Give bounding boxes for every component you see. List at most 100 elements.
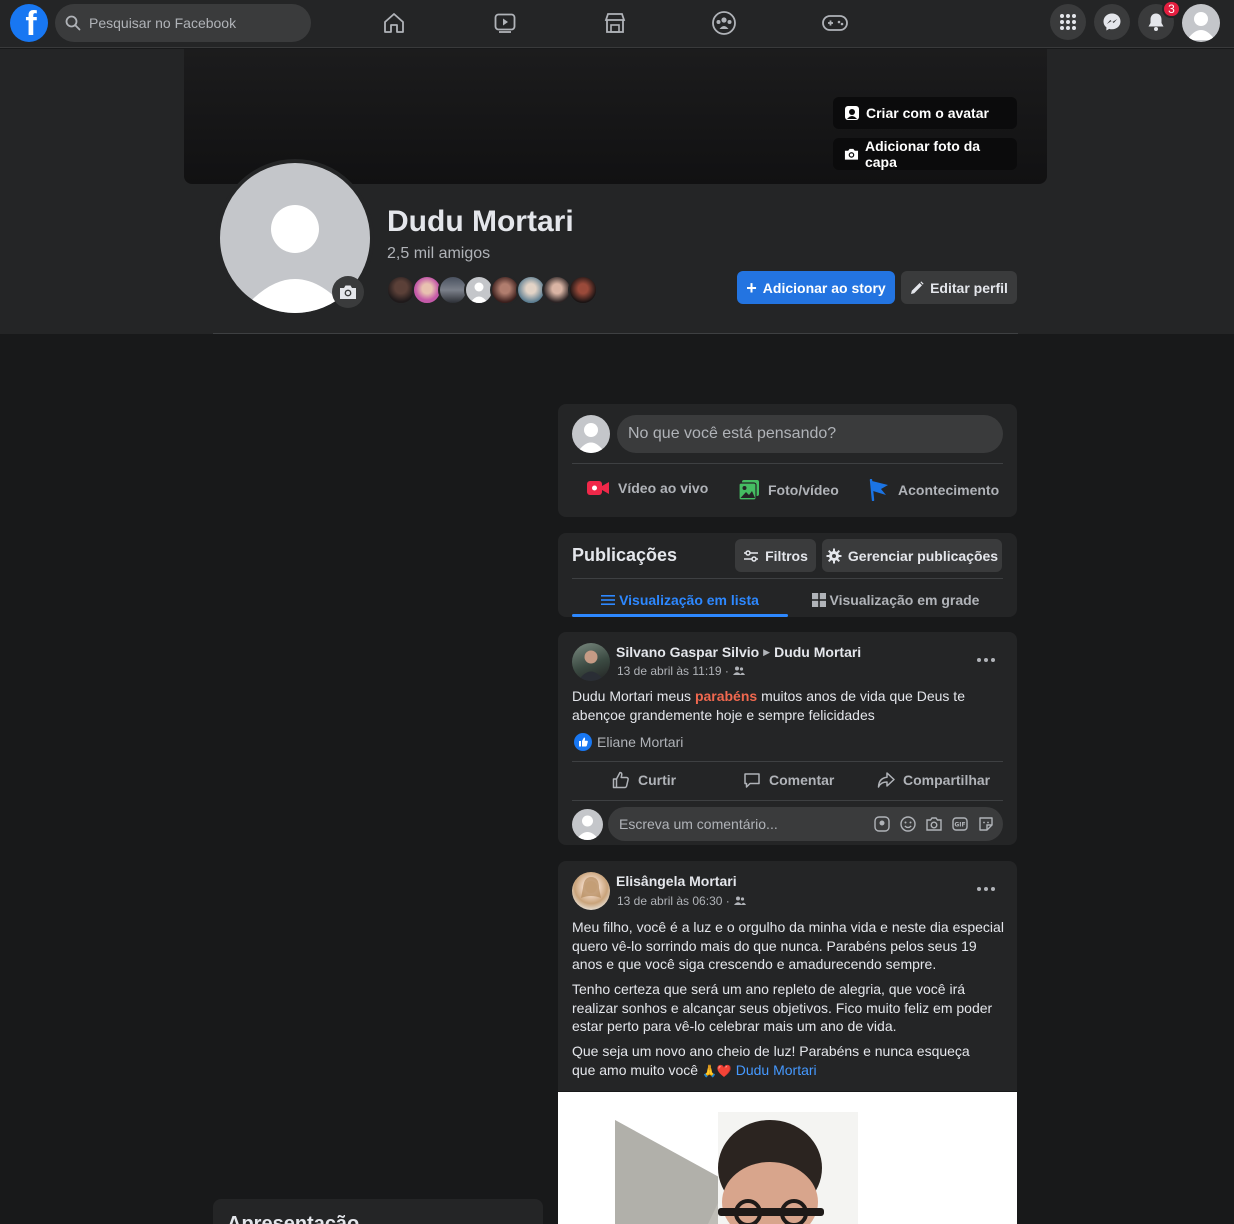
- create-with-avatar-button[interactable]: Criar com o avatar: [833, 97, 1017, 129]
- nav-marketplace[interactable]: [595, 6, 635, 40]
- post-author-line: Silvano Gaspar Silvio ▶ Dudu Mortari: [616, 644, 861, 660]
- avatar-icon: [845, 106, 859, 120]
- posts-header-divider: [572, 578, 1003, 579]
- search-icon: [65, 15, 81, 31]
- add-to-story-button[interactable]: + Adicionar ao story: [737, 271, 895, 304]
- add-cover-photo-button[interactable]: Adicionar foto da capa: [833, 138, 1017, 170]
- photo-video-button[interactable]: Foto/vídeo: [738, 479, 839, 501]
- post-author-avatar[interactable]: [572, 643, 610, 681]
- whats-on-your-mind-input[interactable]: No que você está pensando?: [617, 415, 1003, 453]
- grid-icon: [811, 593, 826, 607]
- facebook-logo[interactable]: f: [10, 4, 48, 42]
- messenger-button[interactable]: [1094, 4, 1130, 40]
- post-author-avatar[interactable]: [572, 872, 610, 910]
- messenger-icon: [1103, 13, 1121, 31]
- tab-grid-view[interactable]: Visualização em grade: [788, 583, 1003, 617]
- sliders-icon: [744, 549, 759, 562]
- watch-icon: [494, 13, 516, 33]
- post-paragraph: Meu filho, você é a luz e o orgulho da m…: [572, 919, 1004, 972]
- intro-card: Apresentação: [213, 1199, 543, 1224]
- comment-button[interactable]: Comentar: [743, 771, 834, 789]
- share-button[interactable]: Compartilhar: [877, 771, 990, 789]
- post-divider: [572, 800, 1003, 801]
- pencil-icon: [911, 280, 924, 294]
- post-options-button[interactable]: [973, 879, 999, 899]
- gif-icon[interactable]: GIF: [951, 815, 969, 833]
- post-options-button[interactable]: [973, 650, 999, 670]
- live-video-button[interactable]: Vídeo ao vivo: [586, 479, 708, 497]
- account-avatar[interactable]: [1182, 4, 1220, 42]
- friends-audience-icon: [733, 896, 746, 905]
- thumbs-up-icon: [612, 771, 629, 789]
- gear-icon: [826, 548, 842, 563]
- list-icon: [601, 595, 616, 605]
- menu-grid-icon: [1060, 14, 1076, 30]
- tab-list-view[interactable]: Visualização em lista: [572, 583, 788, 617]
- emoji-icon[interactable]: [899, 815, 917, 833]
- nav-gaming[interactable]: [815, 6, 855, 40]
- caret-right-icon: ▶: [763, 646, 771, 657]
- sticker-icon[interactable]: [977, 815, 995, 833]
- like-reaction-icon: [574, 733, 592, 751]
- post-photo[interactable]: [558, 1092, 1017, 1224]
- friends-audience-icon: [732, 666, 745, 675]
- avatar-sticker-icon[interactable]: [873, 815, 891, 833]
- tagged-profile-link[interactable]: Dudu Mortari: [736, 1062, 817, 1078]
- home-icon: [384, 13, 404, 33]
- comment-input[interactable]: Escreva um comentário... GIF: [608, 807, 1003, 841]
- post-author-name[interactable]: Elisângela Mortari: [616, 873, 737, 889]
- commenter-avatar[interactable]: [572, 809, 603, 840]
- top-navigation-bar: f 3: [0, 0, 1234, 48]
- camera-icon: [844, 148, 859, 160]
- like-button[interactable]: Curtir: [612, 771, 676, 789]
- life-event-button[interactable]: Acontecimento: [868, 479, 999, 501]
- plus-icon: +: [746, 277, 757, 298]
- profile-name: Dudu Mortari: [387, 205, 574, 238]
- comment-input-tools: GIF: [873, 815, 995, 833]
- post-timestamp[interactable]: 13 de abril às 06:30 ·: [617, 894, 730, 908]
- reactions-summary[interactable]: Eliane Mortari: [574, 733, 683, 751]
- post-divider: [572, 761, 1003, 762]
- friend-avatars: [386, 275, 598, 305]
- post-paragraph: Tenho certeza que será um ano repleto de…: [572, 981, 993, 1034]
- nav-home[interactable]: [374, 6, 414, 40]
- svg-text:GIF: GIF: [954, 822, 965, 829]
- post-timestamp[interactable]: 13 de abril às 11:19 ·: [617, 664, 729, 678]
- menu-button[interactable]: [1050, 4, 1086, 40]
- marketplace-icon: [604, 13, 626, 33]
- manage-posts-button[interactable]: Gerenciar publicações: [822, 539, 1002, 572]
- emoji-pray-heart: 🙏❤️: [701, 1063, 732, 1078]
- composer-avatar[interactable]: [572, 415, 610, 453]
- post-meta: 13 de abril às 06:30 ·: [617, 894, 746, 908]
- flag-icon: [869, 479, 888, 501]
- nav-watch[interactable]: [485, 6, 525, 40]
- bell-icon: [1148, 13, 1164, 31]
- posts-title: Publicações: [572, 545, 678, 565]
- intro-title: Apresentação: [227, 1213, 360, 1224]
- friend-avatar[interactable]: [568, 275, 598, 305]
- notification-count-badge: 3: [1162, 0, 1181, 18]
- comment-icon: [744, 773, 760, 788]
- active-tab-indicator: [572, 614, 788, 617]
- nav-groups[interactable]: [704, 6, 744, 40]
- share-icon: [877, 772, 895, 788]
- groups-icon: [712, 11, 736, 35]
- gaming-icon: [822, 15, 848, 31]
- live-video-icon: [587, 481, 609, 495]
- post-text: Dudu Mortari meus parabéns muitos anos d…: [572, 688, 965, 723]
- search-input[interactable]: [89, 15, 289, 31]
- update-profile-picture-button[interactable]: [332, 276, 364, 308]
- filters-button[interactable]: Filtros: [735, 539, 816, 572]
- edit-profile-button[interactable]: Editar perfil: [901, 271, 1017, 304]
- post-author-name[interactable]: Silvano Gaspar Silvio: [616, 644, 759, 660]
- post-target-name[interactable]: Dudu Mortari: [774, 644, 861, 660]
- composer-divider: [572, 463, 1003, 464]
- friends-count[interactable]: 2,5 mil amigos: [387, 245, 490, 263]
- post-author-line: Elisângela Mortari: [616, 873, 737, 889]
- photo-icon: [738, 480, 759, 501]
- post-meta: 13 de abril às 11:19 ·: [617, 664, 745, 678]
- post-paragraph: Que seja um novo ano cheio de luz! Parab…: [572, 1043, 970, 1078]
- search-box[interactable]: [55, 4, 311, 42]
- camera-icon: [340, 285, 356, 299]
- camera-icon[interactable]: [925, 815, 943, 833]
